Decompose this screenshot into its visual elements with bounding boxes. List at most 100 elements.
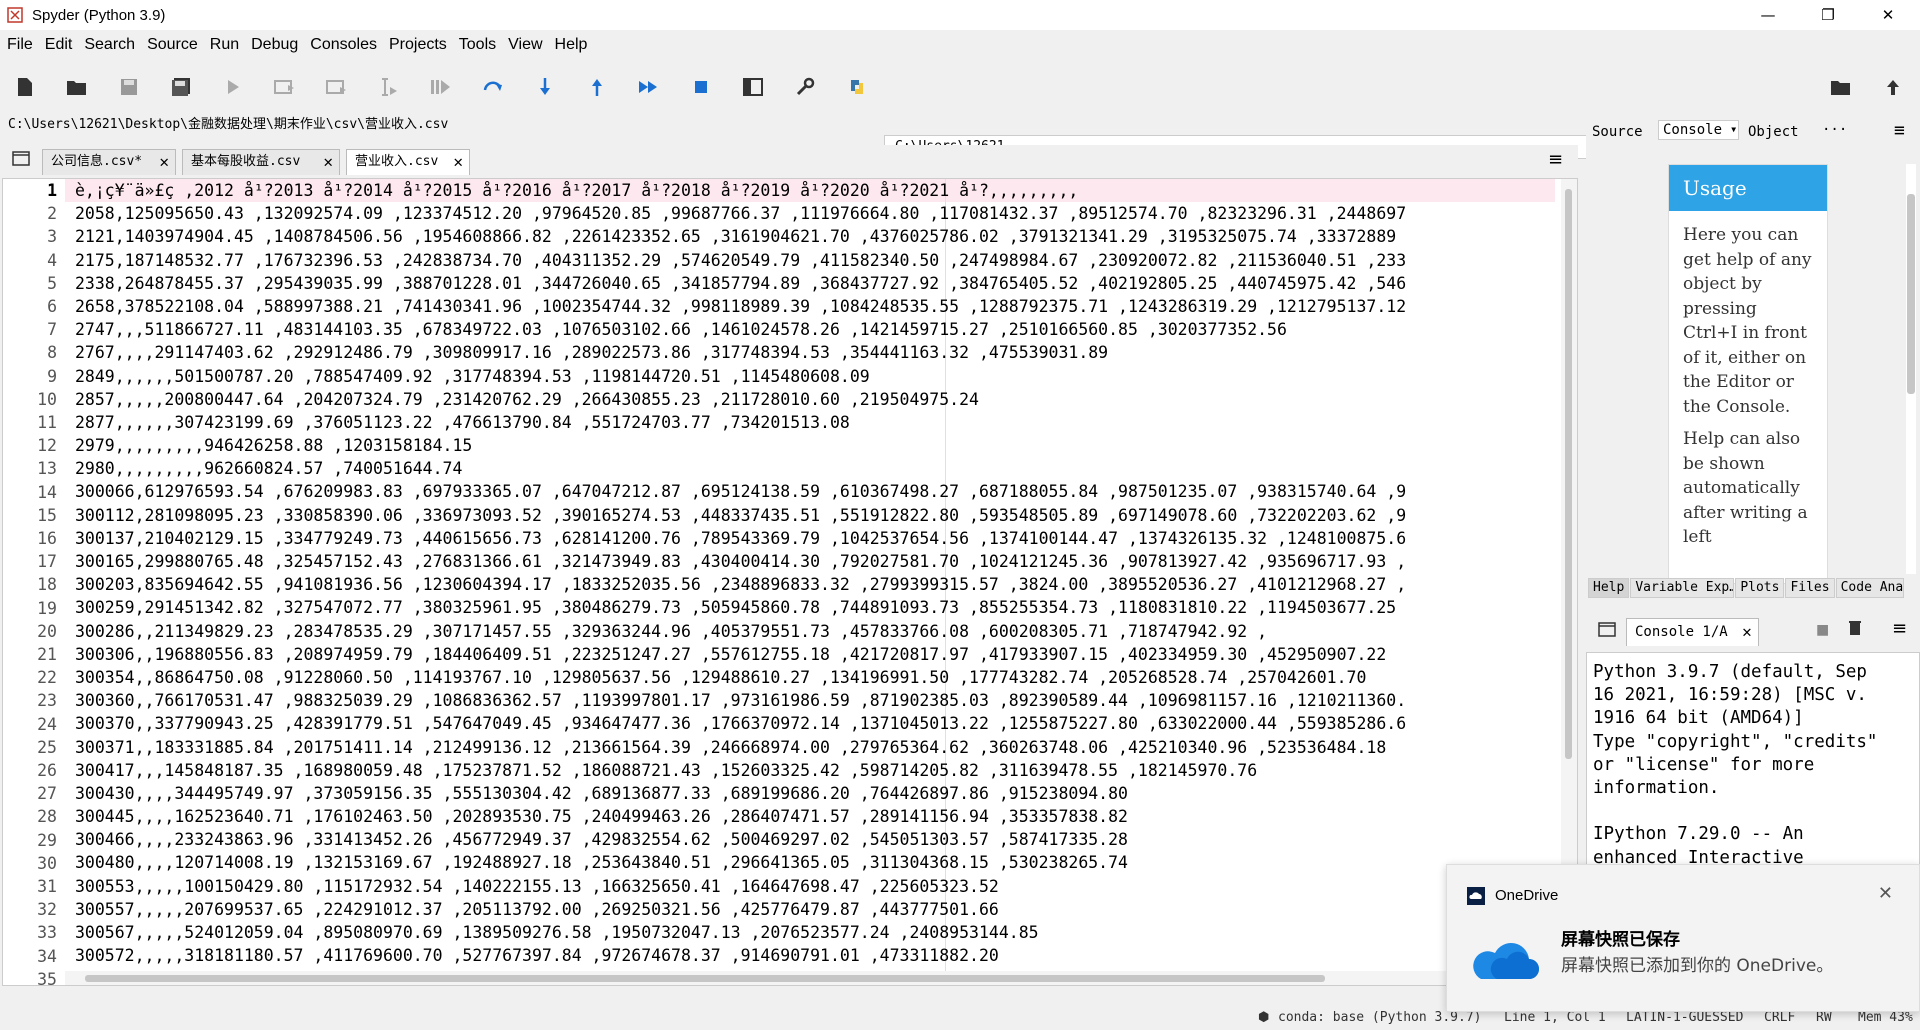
close-notification-icon[interactable]: ✕	[1878, 883, 1893, 904]
maximize-button[interactable]: ❐	[1800, 0, 1856, 30]
code-line[interactable]: 300354,,86864750.08 ,91228060.50 ,114193…	[75, 666, 1545, 689]
scrollbar-thumb[interactable]	[85, 975, 1325, 982]
code-line[interactable]: 2857,,,,,200800447.64 ,204207324.79 ,231…	[75, 388, 1545, 411]
usage-text: Here you can get help of any object by p…	[1683, 225, 1812, 417]
code-line[interactable]: 300567,,,,,524012059.04 ,895080970.69 ,1…	[75, 921, 1545, 944]
close-tab-icon[interactable]: ✕	[453, 150, 463, 174]
clear-console-icon[interactable]	[1848, 620, 1862, 640]
minimize-button[interactable]: —	[1740, 0, 1796, 30]
menu-debug[interactable]: Debug	[251, 36, 298, 54]
code-line[interactable]: è,¡ç¥¨ä»£ç ,2012 å¹?2013 å¹?2014 å¹?2015…	[75, 179, 1545, 202]
open-file-icon[interactable]	[64, 74, 90, 100]
step-over-icon[interactable]	[480, 74, 506, 100]
continue-icon[interactable]	[636, 74, 662, 100]
code-line[interactable]: 300259,291451342.82 ,327547072.77 ,38032…	[75, 596, 1545, 619]
tab-code-analysis[interactable]: Code Ana…	[1835, 578, 1904, 598]
onedrive-notification[interactable]: OneDrive ✕ 屏幕快照已保存 屏幕快照已添加到你的 OneDrive。	[1446, 864, 1920, 1012]
code-text-area[interactable]: è,¡ç¥¨ä»£ç ,2012 å¹?2013 å¹?2014 å¹?2015…	[75, 179, 1545, 985]
code-line[interactable]: 300306,,196880556.83 ,208974959.79 ,1844…	[75, 643, 1545, 666]
tab-help[interactable]: Help	[1588, 578, 1630, 598]
menu-search[interactable]: Search	[84, 36, 135, 54]
menu-consoles[interactable]: Consoles	[310, 36, 377, 54]
run-selection-icon[interactable]	[376, 74, 402, 100]
tab-revenue[interactable]: 营业收入.csv ✕	[346, 149, 470, 175]
code-line[interactable]: 300417,,,145848187.35 ,168980059.48 ,175…	[75, 759, 1545, 782]
run-cell-advance-icon[interactable]	[324, 74, 350, 100]
close-tab-icon[interactable]: ✕	[159, 150, 169, 174]
browse-tabs-icon[interactable]	[12, 151, 30, 171]
tab-files[interactable]: Files	[1785, 578, 1835, 598]
browse-tabs-icon[interactable]	[1598, 622, 1616, 642]
scrollbar-thumb[interactable]	[1565, 189, 1572, 759]
step-into-icon[interactable]	[532, 74, 558, 100]
new-file-icon[interactable]	[12, 74, 38, 100]
preferences-wrench-icon[interactable]	[792, 74, 818, 100]
code-line[interactable]: 300445,,,,162523640.71 ,176102463.50 ,20…	[75, 805, 1545, 828]
browse-folder-icon[interactable]	[1828, 74, 1854, 100]
more-options-icon[interactable]: ···	[1822, 122, 1847, 138]
tab-eps[interactable]: 基本每股收益.csv ✕	[182, 149, 340, 175]
code-line[interactable]: 2175,187148532.77 ,176732396.53 ,2428387…	[75, 249, 1545, 272]
code-line[interactable]: 300370,,337790943.25 ,428391779.51 ,5476…	[75, 712, 1545, 735]
close-window-button[interactable]: ✕	[1860, 0, 1916, 30]
code-line[interactable]: 300430,,,,344495749.97 ,373059156.35 ,55…	[75, 782, 1545, 805]
code-line[interactable]: 2121,1403974904.45 ,1408784506.56 ,19546…	[75, 225, 1545, 248]
close-tab-icon[interactable]: ✕	[323, 150, 333, 174]
code-line[interactable]: 300466,,,,233243863.96 ,331413452.26 ,45…	[75, 828, 1545, 851]
code-line[interactable]: 300066,612976593.54 ,676209983.83 ,69793…	[75, 480, 1545, 503]
line-number-gutter: 1 2 3 4 5 6 7 8 9 10 11 12 13 14 15 16 17 18 19 20 21 22 23 24 2…	[3, 179, 65, 985]
stop-kernel-icon[interactable]: ■	[1816, 622, 1829, 638]
editor-options-menu-icon[interactable]: ≡	[1548, 149, 1563, 170]
run-cell-icon[interactable]	[272, 74, 298, 100]
help-options-menu-icon[interactable]: ≡	[1894, 120, 1905, 141]
code-line[interactable]: 300572,,,,,318181180.57 ,411769600.70 ,5…	[75, 944, 1545, 967]
code-line[interactable]: 2767,,,,291147403.62 ,292912486.79 ,3098…	[75, 341, 1545, 364]
code-editor[interactable]: 1 2 3 4 5 6 7 8 9 10 11 12 13 14 15 16 17 18 19 20 21 22 23 24 2…	[2, 178, 1578, 986]
debug-icon[interactable]	[428, 74, 454, 100]
python-path-icon[interactable]	[844, 74, 870, 100]
save-icon[interactable]	[116, 74, 142, 100]
menu-tools[interactable]: Tools	[459, 36, 496, 54]
code-line[interactable]: 2338,264878455.37 ,295439035.99 ,3887012…	[75, 272, 1545, 295]
code-line[interactable]: 300360,,766170531.47 ,988325039.29 ,1086…	[75, 689, 1545, 712]
code-line[interactable]: 300137,210402129.15 ,334779249.73 ,44061…	[75, 527, 1545, 550]
step-return-icon[interactable]	[584, 74, 610, 100]
code-line[interactable]: 2979,,,,,,,,,946426258.88 ,1203158184.15	[75, 434, 1545, 457]
parent-directory-icon[interactable]	[1880, 74, 1906, 100]
help-scrollbar[interactable]	[1906, 164, 1916, 574]
menu-help[interactable]: Help	[555, 36, 588, 54]
tab-variable-explorer[interactable]: Variable Exp…	[1630, 578, 1735, 598]
code-line[interactable]: 2849,,,,,,501500787.20 ,788547409.92 ,31…	[75, 365, 1545, 388]
scrollbar-thumb[interactable]	[1907, 194, 1915, 394]
stop-icon[interactable]	[688, 74, 714, 100]
menu-view[interactable]: View	[508, 36, 542, 54]
code-line[interactable]: 2877,,,,,,307423199.69 ,376051123.22 ,47…	[75, 411, 1545, 434]
code-line[interactable]: 300165,299880765.48 ,325457152.43 ,27683…	[75, 550, 1545, 573]
code-line[interactable]: 300112,281098095.23 ,330858390.06 ,33697…	[75, 504, 1545, 527]
menu-source[interactable]: Source	[147, 36, 198, 54]
code-line[interactable]: 300371,,183331885.84 ,201751411.14 ,2124…	[75, 736, 1545, 759]
run-icon[interactable]	[220, 74, 246, 100]
editor-horizontal-scrollbar[interactable]	[65, 971, 1555, 985]
menu-edit[interactable]: Edit	[45, 36, 73, 54]
code-line[interactable]: 2747,,,511866727.11 ,483144103.35 ,67834…	[75, 318, 1545, 341]
code-line[interactable]: 300480,,,,120714008.19 ,132153169.67 ,19…	[75, 851, 1545, 874]
code-line[interactable]: 300286,,211349829.23 ,283478535.29 ,3071…	[75, 620, 1545, 643]
menu-run[interactable]: Run	[210, 36, 239, 54]
code-line[interactable]: 2658,378522108.04 ,588997388.21 ,7414303…	[75, 295, 1545, 318]
maximize-pane-icon[interactable]	[740, 74, 766, 100]
code-line[interactable]: 2058,125095650.43 ,132092574.09 ,1233745…	[75, 202, 1545, 225]
code-line[interactable]: 2980,,,,,,,,,962660824.57 ,740051644.74	[75, 457, 1545, 480]
console-options-menu-icon[interactable]: ≡	[1892, 618, 1907, 639]
help-source-select[interactable]: Console ▼	[1658, 120, 1740, 140]
code-line[interactable]: 300557,,,,,207699537.65 ,224291012.37 ,2…	[75, 898, 1545, 921]
menu-projects[interactable]: Projects	[389, 36, 447, 54]
tab-console-1[interactable]: Console 1/A ✕	[1626, 618, 1759, 646]
code-line[interactable]: 300203,835694642.55 ,941081936.56 ,12306…	[75, 573, 1545, 596]
close-tab-icon[interactable]: ✕	[1742, 619, 1752, 645]
save-all-icon[interactable]	[168, 74, 194, 100]
menu-file[interactable]: File	[7, 36, 33, 54]
code-line[interactable]: 300553,,,,,100150429.80 ,115172932.54 ,1…	[75, 875, 1545, 898]
tab-company-info[interactable]: 公司信息.csv* ✕	[42, 149, 176, 175]
tab-plots[interactable]: Plots	[1735, 578, 1785, 598]
